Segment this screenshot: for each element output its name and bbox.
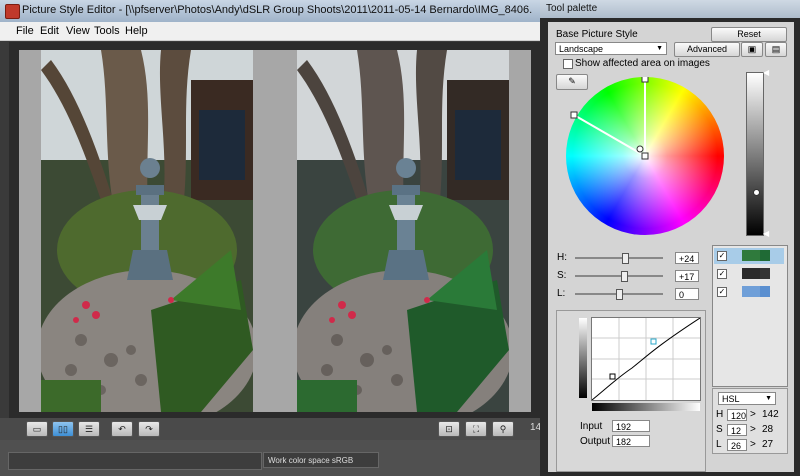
adjustment-checkbox-2[interactable]: ✓ [717,269,727,279]
menu-edit[interactable]: Edit [40,25,59,37]
adjustment-row-1[interactable]: ✓ [714,248,784,264]
luminance-point[interactable] [753,189,760,196]
output-value-field[interactable]: 182 [612,435,650,447]
adjustment-row-2[interactable]: ✓ [714,266,784,282]
menu-view[interactable]: View [66,25,90,37]
l-value-field[interactable]: 0 [675,288,699,300]
app-icon [5,4,20,19]
hsl-row-l-from: 26 [727,439,747,451]
hsl-row-h-to: 142 [762,409,779,420]
hsl-row-l-to: 27 [762,439,774,450]
adjustment-target-swatch-2 [760,268,770,279]
hsl-row-s-arrow: > [750,424,756,435]
adjustment-source-swatch-1 [742,250,760,261]
l-label: L: [557,288,566,299]
original-garden-photo [41,50,253,412]
adjustment-checkbox-3[interactable]: ✓ [717,287,727,297]
color-mode-value: HSL [722,394,740,404]
rotate-left-icon[interactable]: ↶ [111,421,133,437]
view-toolbar: ▭ ▯▯ ☰ ↶ ↷ ⊡ ⛶ ⚲ 14 [0,418,541,440]
base-style-label: Base Picture Style [556,29,638,40]
side-by-side-icon[interactable]: ▯▯ [52,421,74,437]
h-value-field[interactable]: +24 [675,252,699,264]
curve-point-shadow[interactable] [609,373,616,380]
color-wheel[interactable] [566,77,724,235]
fit-icon[interactable]: ⊡ [438,421,460,437]
adjustment-row-3[interactable]: ✓ [714,284,784,300]
l-slider-thumb[interactable] [616,289,623,300]
menu-bar: File Edit View Tools Help [0,22,540,41]
color-wheel-selection[interactable] [566,77,724,235]
luminance-handle-top[interactable]: ◀ [763,68,769,77]
hsl-row-s-to: 28 [762,424,774,435]
hsl-row-l-label: L [716,439,722,450]
input-value-field[interactable]: 192 [612,420,650,432]
luminance-handle-bottom[interactable]: ◀ [763,229,769,238]
curve-point-highlight[interactable] [650,338,657,345]
output-label: Output [580,436,611,447]
color-mode-select[interactable]: HSL ▼ [718,392,776,405]
adjusted-image-frame [275,50,531,412]
open-file-icon[interactable]: ▣ [741,42,763,57]
status-message-area [8,452,262,470]
reset-button[interactable]: Reset [711,27,787,42]
luminance-bar[interactable] [746,72,764,236]
zoom-icon[interactable]: ⚲ [492,421,514,437]
adjustment-source-swatch-2 [742,268,760,279]
show-affected-checkbox[interactable] [563,59,573,69]
chevron-down-icon: ▼ [656,45,663,52]
hsl-row-s-label: S [716,424,723,435]
single-view-icon[interactable]: ▭ [26,421,48,437]
l-slider[interactable] [575,289,663,300]
input-label: Input [580,421,603,432]
hsl-row-h-arrow: > [750,409,756,420]
tone-curve-graph[interactable] [591,317,701,401]
menu-file[interactable]: File [16,25,34,37]
original-image-frame [19,50,275,412]
split-view-icon[interactable]: ☰ [78,421,100,437]
tool-palette-title-bar[interactable]: Tool palette [540,0,800,18]
title-bar[interactable]: Picture Style Editor - [\\pfserver\Photo… [0,0,540,22]
h-slider[interactable] [575,253,663,264]
menu-help[interactable]: Help [125,25,148,37]
adjusted-garden-photo [297,50,509,412]
hue-handle-left[interactable] [570,111,578,119]
input-gradient-bar [592,403,700,411]
save-icon[interactable]: ▤ [765,42,787,57]
color-space-status: Work color space sRGB [263,452,379,468]
rotate-right-icon[interactable]: ↷ [138,421,160,437]
tool-palette-title: Tool palette [546,3,598,14]
window-title: Picture Style Editor - [\\pfserver\Photo… [22,4,532,16]
adjustment-source-swatch-3 [742,286,760,297]
hue-handle-top[interactable] [641,77,649,83]
image-viewer [9,42,540,418]
advanced-button[interactable]: Advanced [674,42,740,57]
output-gradient-bar [579,318,587,398]
s-slider[interactable] [575,271,663,282]
base-style-value: Landscape [559,44,604,54]
adjustment-target-swatch-1 [760,250,770,261]
base-style-select[interactable]: Landscape ▼ [555,42,667,55]
target-color-point[interactable] [636,145,644,153]
hsl-row-s-from: 12 [727,424,747,436]
hsl-row-h-from: 120 [727,409,747,421]
adjustment-target-swatch-3 [760,286,770,297]
s-value-field[interactable]: +17 [675,270,699,282]
full-view-icon[interactable]: ⛶ [465,421,487,437]
h-slider-thumb[interactable] [622,253,630,264]
wheel-center-handle[interactable] [641,152,649,160]
hsl-row-l-arrow: > [750,439,756,450]
adjustment-checkbox-1[interactable]: ✓ [717,251,727,261]
chevron-down-icon: ▼ [765,395,772,402]
s-label: S: [557,270,567,281]
s-slider-thumb[interactable] [621,271,629,282]
menu-tools[interactable]: Tools [94,25,120,37]
show-affected-label: Show affected area on images [575,58,710,69]
status-bar: Work color space sRGB [0,440,540,476]
hsl-row-h-label: H [716,409,724,420]
h-label: H: [557,252,567,263]
